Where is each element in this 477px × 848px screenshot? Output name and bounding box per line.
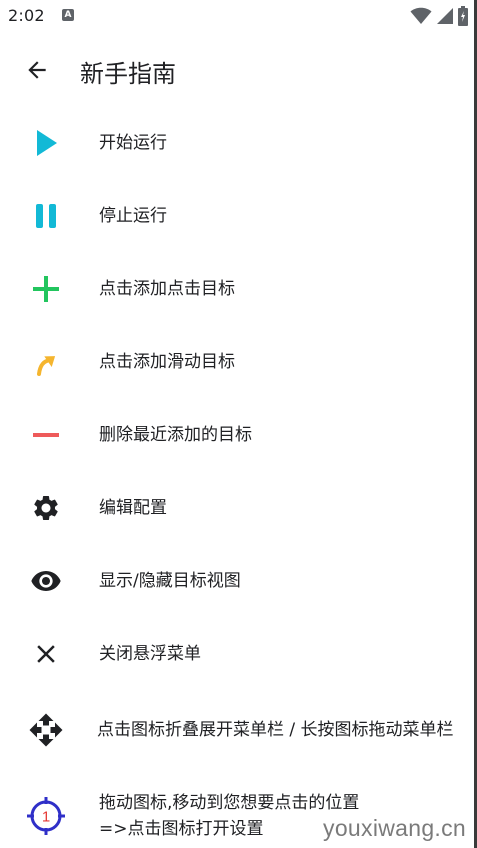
app-bar: 新手指南 bbox=[0, 32, 474, 106]
notification-icon: A bbox=[62, 9, 74, 21]
item-label: 编辑配置 bbox=[99, 497, 167, 518]
list-item-remove: 删除最近添加的目标 bbox=[0, 398, 474, 471]
item-label-line1: 拖动图标,移动到您想要点击的位置 bbox=[99, 793, 360, 813]
plus-icon bbox=[24, 267, 68, 311]
item-label: 点击添加滑动目标 bbox=[99, 351, 235, 372]
list-item-toggle-view: 显示/隐藏目标视图 bbox=[0, 544, 474, 617]
list-item-add-swipe: 点击添加滑动目标 bbox=[0, 325, 474, 398]
list-item-add-click: 点击添加点击目标 bbox=[0, 252, 474, 325]
back-button[interactable] bbox=[16, 52, 58, 88]
item-label: 关闭悬浮菜单 bbox=[99, 643, 201, 664]
play-icon bbox=[24, 121, 68, 165]
battery-charging-icon bbox=[458, 6, 468, 26]
eye-icon bbox=[24, 559, 68, 603]
move-icon bbox=[24, 708, 68, 752]
pause-icon bbox=[24, 194, 68, 238]
item-label: 开始运行 bbox=[99, 132, 167, 153]
screen: 2:02 A 新手指南 开始运行 停止运行 点击添加点击目标 点击添加滑动目标 … bbox=[0, 0, 477, 848]
status-icons bbox=[410, 6, 468, 26]
item-label: 停止运行 bbox=[99, 205, 167, 226]
minus-icon bbox=[24, 413, 68, 457]
item-label: 点击添加点击目标 bbox=[99, 278, 235, 299]
wifi-icon bbox=[410, 7, 432, 24]
item-label: 点击图标折叠展开菜单栏 / 长按图标拖动菜单栏 bbox=[97, 720, 454, 740]
gear-icon bbox=[24, 486, 68, 530]
item-label: 显示/隐藏目标视图 bbox=[99, 570, 241, 591]
cell-signal-icon bbox=[437, 8, 453, 24]
arrow-back-icon bbox=[28, 61, 46, 79]
list-item-stop: 停止运行 bbox=[0, 179, 474, 252]
status-time: 2:02 bbox=[8, 6, 45, 25]
list-item-start: 开始运行 bbox=[0, 106, 474, 179]
close-icon bbox=[24, 632, 68, 676]
target-number: 1 bbox=[42, 809, 50, 826]
list-item-move-menu: 点击图标折叠展开菜单栏 / 长按图标拖动菜单栏 bbox=[0, 690, 474, 770]
watermark: youxiwang.cn bbox=[323, 815, 466, 841]
item-label: 删除最近添加的目标 bbox=[99, 424, 252, 445]
page-title: 新手指南 bbox=[80, 60, 176, 88]
curved-arrow-icon bbox=[24, 340, 68, 384]
crosshair-target-icon: 1 bbox=[24, 794, 68, 838]
status-bar: 2:02 A bbox=[0, 0, 474, 32]
list-item-close-menu: 关闭悬浮菜单 bbox=[0, 617, 474, 690]
list-item-edit-config: 编辑配置 bbox=[0, 471, 474, 544]
